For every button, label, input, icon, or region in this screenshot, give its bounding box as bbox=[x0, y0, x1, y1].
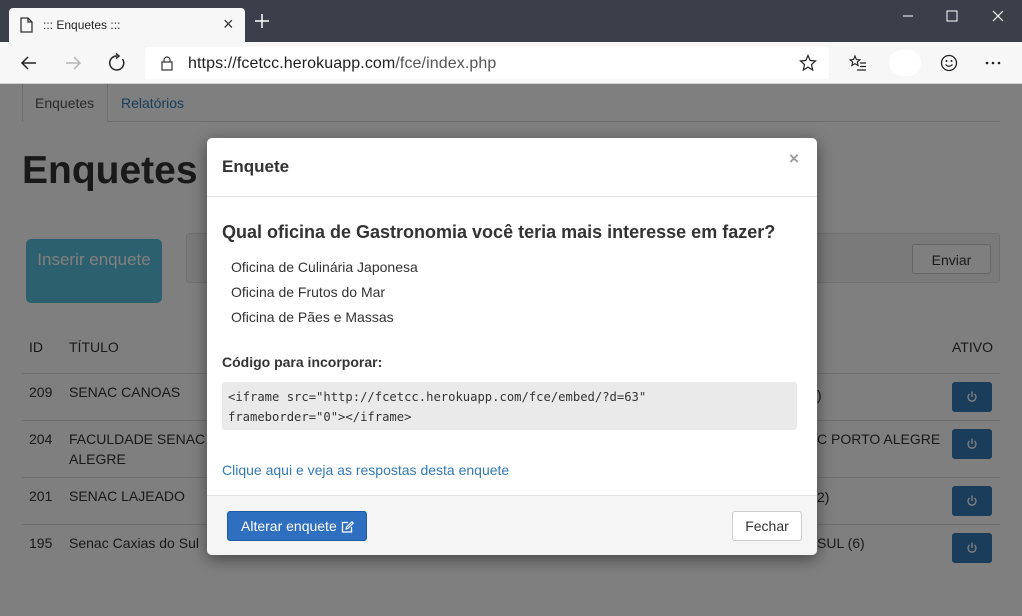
lock-icon bbox=[161, 56, 173, 71]
edit-poll-label: Alterar enquete bbox=[241, 518, 337, 534]
poll-modal: Enquete × Qual oficina de Gastronomia vo… bbox=[207, 138, 817, 555]
page-icon bbox=[20, 17, 33, 33]
embed-code-label: Código para incorporar: bbox=[222, 354, 383, 370]
edit-icon bbox=[341, 521, 354, 533]
embed-code-line: frameborder="0"></iframe> bbox=[228, 410, 412, 424]
modal-footer: Alterar enquete Fechar bbox=[207, 495, 817, 555]
poll-question: Qual oficina de Gastronomia você teria m… bbox=[222, 222, 776, 242]
poll-option: Oficina de Culinária Japonesa bbox=[231, 259, 418, 275]
emoji-feedback-icon[interactable] bbox=[939, 53, 959, 73]
embed-code-block[interactable]: <iframe src="http://fcetcc.herokuapp.com… bbox=[222, 382, 797, 430]
favorite-star-icon[interactable] bbox=[799, 54, 817, 72]
close-window-icon[interactable] bbox=[983, 6, 1013, 26]
forward-arrow-icon[interactable] bbox=[63, 53, 83, 73]
refresh-icon[interactable] bbox=[107, 53, 127, 73]
modal-title: Enquete bbox=[222, 157, 290, 176]
more-menu-icon[interactable] bbox=[983, 53, 1003, 73]
edit-poll-button[interactable]: Alterar enquete bbox=[227, 511, 367, 541]
close-tab-icon[interactable]: × bbox=[223, 15, 234, 33]
new-tab-icon[interactable] bbox=[253, 12, 271, 30]
back-arrow-icon[interactable] bbox=[19, 53, 39, 73]
profile-avatar[interactable] bbox=[889, 50, 921, 76]
close-modal-button[interactable]: Fechar bbox=[732, 511, 802, 541]
browser-titlebar: ::: Enquetes ::: × bbox=[0, 0, 1022, 42]
modal-header: Enquete × bbox=[207, 138, 817, 197]
browser-tab[interactable]: ::: Enquetes ::: × bbox=[9, 8, 245, 42]
embed-code-line: <iframe src="http://fcetcc.herokuapp.com… bbox=[228, 390, 647, 404]
maximize-icon[interactable] bbox=[937, 6, 967, 26]
address-toolbar: https://fcetcc.herokuapp.com/fce/index.p… bbox=[0, 42, 1022, 84]
minimize-icon[interactable] bbox=[893, 6, 923, 26]
view-results-link[interactable]: Clique aqui e veja as respostas desta en… bbox=[222, 462, 509, 478]
close-icon[interactable]: × bbox=[789, 149, 799, 169]
favorites-list-icon[interactable] bbox=[848, 53, 868, 73]
poll-option: Oficina de Frutos do Mar bbox=[231, 284, 386, 300]
url-bar[interactable]: https://fcetcc.herokuapp.com/fce/index.p… bbox=[145, 47, 829, 79]
poll-option: Oficina de Pães e Massas bbox=[231, 309, 394, 325]
tab-title: ::: Enquetes ::: bbox=[43, 18, 121, 32]
url-text: https://fcetcc.herokuapp.com/fce/index.p… bbox=[188, 55, 497, 72]
